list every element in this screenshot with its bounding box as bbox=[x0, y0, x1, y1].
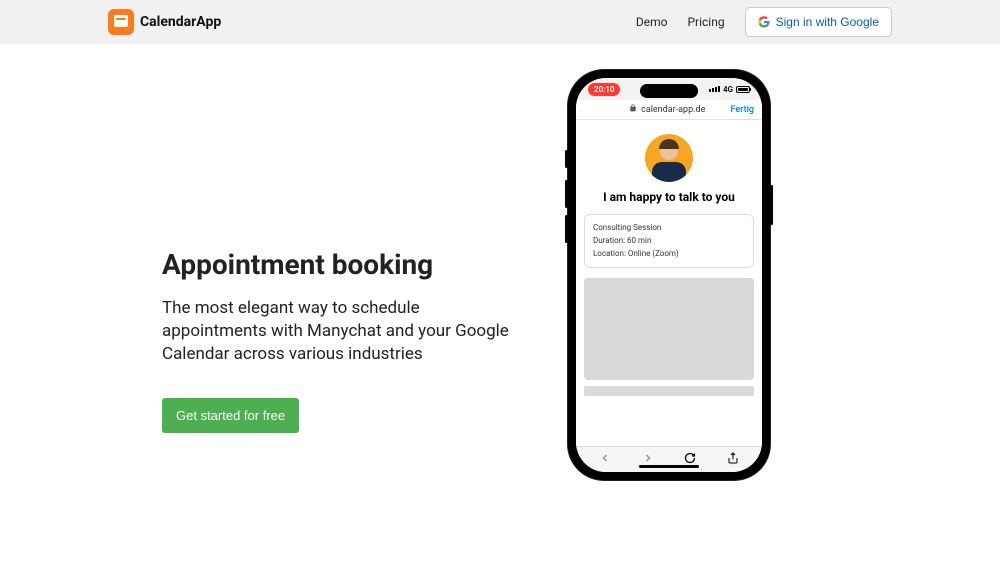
url-text: calendar-app.de bbox=[641, 105, 705, 115]
session-duration: Duration: 60 min bbox=[593, 235, 745, 248]
top-nav: Demo Pricing Sign in with Google bbox=[636, 7, 892, 37]
session-location: Location: Online (Zoom) bbox=[593, 248, 745, 261]
phone-volume-up bbox=[565, 180, 568, 208]
page-headline: I am happy to talk to you bbox=[584, 190, 754, 204]
url-display: calendar-app.de bbox=[629, 104, 705, 115]
browser-bottom-nav bbox=[576, 446, 762, 472]
phone-mockup: 20:10 4G calendar-app.de F bbox=[568, 70, 770, 480]
lock-icon bbox=[629, 104, 637, 115]
calendar-placeholder bbox=[584, 278, 754, 380]
main-content: Appointment booking The most elegant way… bbox=[0, 44, 1000, 433]
nav-demo[interactable]: Demo bbox=[636, 15, 668, 29]
nav-pricing[interactable]: Pricing bbox=[687, 15, 724, 29]
hero-subtitle: The most elegant way to schedule appoint… bbox=[162, 297, 522, 366]
session-info-card: Consulting Session Duration: 60 min Loca… bbox=[584, 214, 754, 268]
loading-bar-placeholder bbox=[584, 386, 754, 396]
network-label: 4G bbox=[723, 85, 733, 94]
status-time: 20:10 bbox=[588, 83, 620, 96]
phone-screen: 20:10 4G calendar-app.de F bbox=[576, 78, 762, 472]
phone-mute-switch bbox=[565, 150, 568, 168]
status-indicators: 4G bbox=[709, 85, 750, 94]
host-avatar bbox=[645, 134, 693, 182]
phone-power-button bbox=[770, 185, 773, 225]
brand-name: CalendarApp bbox=[140, 14, 221, 30]
phone-volume-down bbox=[565, 215, 568, 243]
browser-done-button[interactable]: Fertig bbox=[731, 105, 754, 115]
back-icon[interactable] bbox=[599, 452, 611, 467]
home-indicator bbox=[639, 465, 699, 468]
session-title: Consulting Session bbox=[593, 222, 745, 235]
share-icon[interactable] bbox=[727, 452, 739, 467]
booking-page: I am happy to talk to you Consulting Ses… bbox=[576, 120, 762, 446]
google-icon bbox=[758, 16, 770, 28]
site-header: CalendarApp Demo Pricing Sign in with Go… bbox=[0, 0, 1000, 44]
hero-title: Appointment booking bbox=[162, 248, 522, 281]
dynamic-island bbox=[640, 84, 698, 98]
signal-icon bbox=[709, 86, 720, 92]
signin-label: Sign in with Google bbox=[776, 15, 879, 29]
calendar-logo-icon bbox=[108, 9, 134, 35]
get-started-button[interactable]: Get started for free bbox=[162, 398, 299, 433]
signin-google-button[interactable]: Sign in with Google bbox=[745, 7, 892, 37]
phone-frame: 20:10 4G calendar-app.de F bbox=[568, 70, 770, 480]
battery-icon bbox=[736, 86, 750, 93]
hero-section: Appointment booking The most elegant way… bbox=[162, 72, 522, 433]
brand[interactable]: CalendarApp bbox=[108, 9, 221, 35]
browser-url-bar: calendar-app.de Fertig bbox=[576, 100, 762, 120]
